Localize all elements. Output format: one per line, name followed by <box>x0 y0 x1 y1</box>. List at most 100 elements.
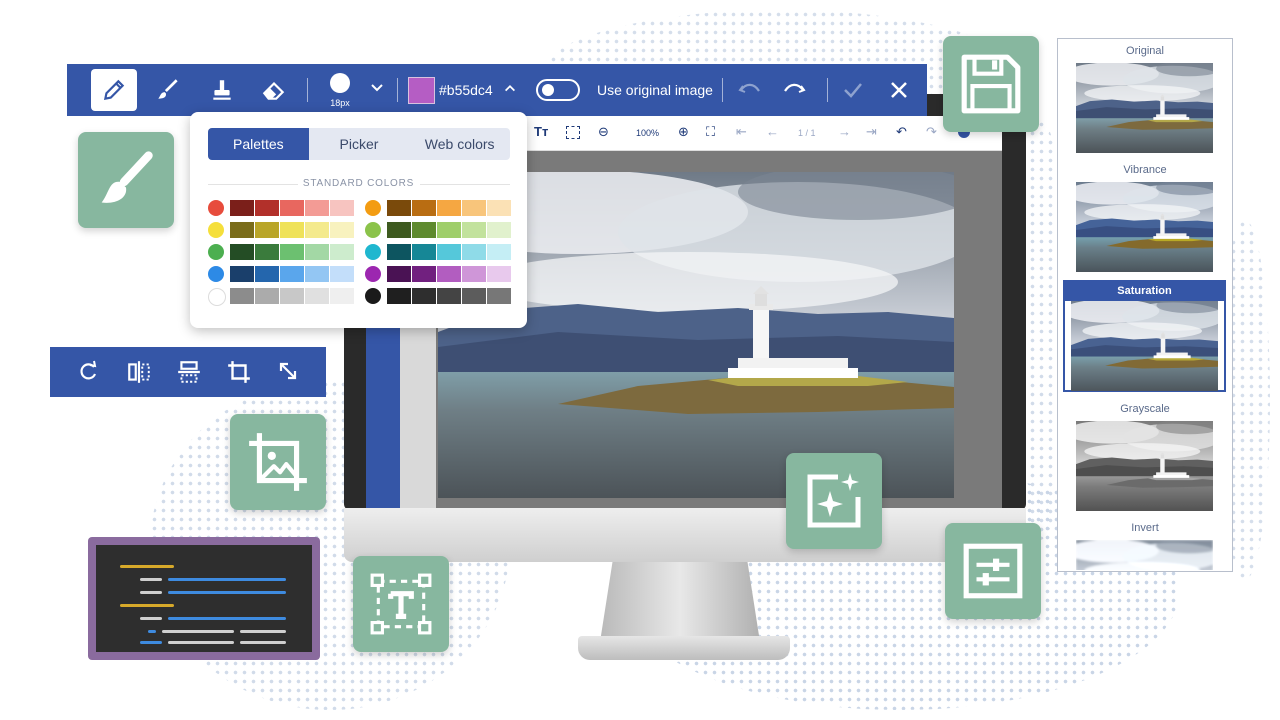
fit-screen-icon[interactable]: ⛶ <box>706 124 715 140</box>
crop-button[interactable] <box>226 359 252 385</box>
swatch-left-base-3[interactable] <box>208 266 224 282</box>
swatch-left-3-0[interactable] <box>230 266 254 282</box>
swatch-right-2-2[interactable] <box>437 244 461 260</box>
ai-enhance-tile[interactable] <box>786 453 882 549</box>
swatch-right-3-1[interactable] <box>412 266 436 282</box>
swatch-right-0-2[interactable] <box>437 200 461 216</box>
close-button[interactable] <box>887 78 911 107</box>
prev-page-icon[interactable]: ← <box>766 124 779 139</box>
swatch-left-1-1[interactable] <box>255 222 279 238</box>
tab-palettes[interactable]: Palettes <box>208 128 309 160</box>
swatch-left-0-1[interactable] <box>255 200 279 216</box>
swatch-left-3-3[interactable] <box>305 266 329 282</box>
swatch-right-4-4[interactable] <box>487 288 511 304</box>
swatch-left-3-1[interactable] <box>255 266 279 282</box>
swatch-left-4-4[interactable] <box>330 288 354 304</box>
text-tile[interactable] <box>353 556 449 652</box>
swatch-right-2-0[interactable] <box>387 244 411 260</box>
last-page-icon[interactable]: ⇥ <box>866 124 877 140</box>
redo-button[interactable] <box>781 78 807 107</box>
chevron-up-icon[interactable] <box>503 81 517 100</box>
swatch-left-2-2[interactable] <box>280 244 304 260</box>
swatch-right-base-2[interactable] <box>365 244 381 260</box>
swatch-left-0-2[interactable] <box>280 200 304 216</box>
swatch-left-1-3[interactable] <box>305 222 329 238</box>
swatch-left-4-1[interactable] <box>255 288 279 304</box>
stamp-tool-button[interactable] <box>199 69 245 111</box>
swatch-left-1-4[interactable] <box>330 222 354 238</box>
swatch-right-1-0[interactable] <box>387 222 411 238</box>
filter-thumb-original[interactable] <box>1076 63 1213 153</box>
swatch-left-0-4[interactable] <box>330 200 354 216</box>
swatch-left-base-2[interactable] <box>208 244 224 260</box>
swatch-left-0-3[interactable] <box>305 200 329 216</box>
undo-icon[interactable]: ↶ <box>896 124 907 140</box>
swatch-left-4-2[interactable] <box>280 288 304 304</box>
chevron-down-icon[interactable] <box>369 79 385 100</box>
swatch-left-1-0[interactable] <box>230 222 254 238</box>
apply-button[interactable] <box>841 78 865 107</box>
flip-horizontal-button[interactable] <box>126 359 152 385</box>
swatch-left-4-0[interactable] <box>230 288 254 304</box>
filter-thumb-vibrance[interactable] <box>1076 182 1213 272</box>
swatch-right-1-3[interactable] <box>462 222 486 238</box>
swatch-left-2-4[interactable] <box>330 244 354 260</box>
resize-button[interactable] <box>276 359 302 385</box>
flip-vertical-button[interactable] <box>176 359 202 385</box>
swatch-right-base-0[interactable] <box>365 200 381 216</box>
filter-thumb-grayscale[interactable] <box>1076 421 1213 511</box>
swatch-left-2-3[interactable] <box>305 244 329 260</box>
swatch-right-1-1[interactable] <box>412 222 436 238</box>
swatch-left-base-4[interactable] <box>208 288 226 306</box>
pencil-tool-button[interactable] <box>91 69 137 111</box>
save-tile[interactable] <box>943 36 1039 132</box>
use-original-toggle[interactable] <box>536 79 580 101</box>
swatch-left-0-0[interactable] <box>230 200 254 216</box>
swatch-right-0-1[interactable] <box>412 200 436 216</box>
swatch-right-4-3[interactable] <box>462 288 486 304</box>
eraser-tool-button[interactable] <box>251 69 297 111</box>
swatch-right-0-0[interactable] <box>387 200 411 216</box>
tab-picker[interactable]: Picker <box>309 128 410 160</box>
swatch-right-base-4[interactable] <box>365 288 381 304</box>
swatch-right-2-1[interactable] <box>412 244 436 260</box>
swatch-left-3-4[interactable] <box>330 266 354 282</box>
swatch-right-base-3[interactable] <box>365 266 381 282</box>
brush-size-indicator[interactable]: 18px <box>325 73 355 109</box>
swatch-left-2-0[interactable] <box>230 244 254 260</box>
undo-button[interactable] <box>737 78 763 107</box>
swatch-left-1-2[interactable] <box>280 222 304 238</box>
adjustments-tile[interactable] <box>945 523 1041 619</box>
text-size-icon[interactable]: Tт <box>534 124 548 139</box>
brush-tool-button[interactable] <box>145 69 191 111</box>
swatch-right-2-3[interactable] <box>462 244 486 260</box>
swatch-right-0-3[interactable] <box>462 200 486 216</box>
zoom-in-icon[interactable]: ⊕ <box>678 124 689 140</box>
rotate-button[interactable] <box>76 359 102 385</box>
zoom-out-icon[interactable]: ⊖ <box>598 124 609 140</box>
swatch-right-1-2[interactable] <box>437 222 461 238</box>
first-page-icon[interactable]: ⇤ <box>736 124 747 140</box>
swatch-right-3-4[interactable] <box>487 266 511 282</box>
swatch-left-3-2[interactable] <box>280 266 304 282</box>
swatch-right-base-1[interactable] <box>365 222 381 238</box>
swatch-right-4-0[interactable] <box>387 288 411 304</box>
filter-thumb-saturation[interactable] <box>1071 301 1218 391</box>
swatch-left-base-0[interactable] <box>208 200 224 216</box>
swatch-right-4-1[interactable] <box>412 288 436 304</box>
swatch-left-base-1[interactable] <box>208 222 224 238</box>
swatch-left-2-1[interactable] <box>255 244 279 260</box>
swatch-right-1-4[interactable] <box>487 222 511 238</box>
swatch-right-3-2[interactable] <box>437 266 461 282</box>
redo-icon[interactable]: ↷ <box>926 124 937 140</box>
swatch-right-0-4[interactable] <box>487 200 511 216</box>
select-area-icon[interactable] <box>566 126 580 139</box>
filter-thumb-invert[interactable] <box>1076 540 1213 570</box>
swatch-left-4-3[interactable] <box>305 288 329 304</box>
crop-image-tile[interactable] <box>230 414 326 510</box>
brush-tile[interactable] <box>78 132 174 228</box>
color-swatch[interactable] <box>408 77 435 104</box>
swatch-right-4-2[interactable] <box>437 288 461 304</box>
next-page-icon[interactable]: → <box>838 124 851 139</box>
swatch-right-3-3[interactable] <box>462 266 486 282</box>
